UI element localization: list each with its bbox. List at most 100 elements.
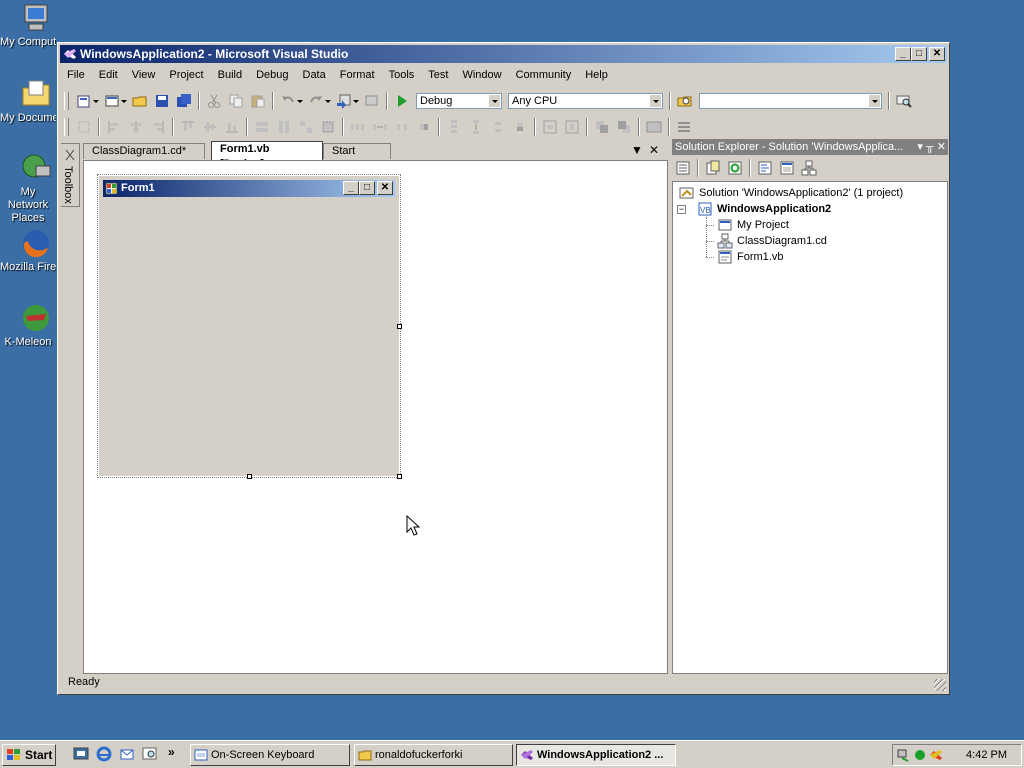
find-icon[interactable] — [896, 93, 912, 109]
active-files-dropdown-icon[interactable]: ▼ — [631, 143, 643, 157]
tree-item-project[interactable]: VB WindowsApplication2 — [697, 201, 831, 217]
app-tray-icon[interactable] — [929, 748, 943, 762]
minimize-button[interactable]: _ — [895, 47, 911, 61]
make-same-size-icon[interactable] — [298, 119, 314, 135]
center-vertically-icon[interactable] — [564, 119, 580, 135]
align-centers-icon[interactable] — [128, 119, 144, 135]
window-titlebar[interactable]: WindowsApplication2 - Microsoft Visual S… — [60, 45, 947, 63]
internet-explorer-icon[interactable] — [96, 746, 112, 762]
bring-to-front-icon[interactable] — [594, 119, 610, 135]
send-to-back-icon[interactable] — [616, 119, 632, 135]
vertical-spacing-remove-icon[interactable] — [512, 119, 528, 135]
tab-classdiagram[interactable]: ClassDiagram1.cd* — [83, 143, 205, 159]
paste-icon[interactable] — [250, 93, 266, 109]
menu-debug[interactable]: Debug — [249, 65, 295, 85]
chevron-down-icon[interactable] — [325, 99, 331, 103]
align-tops-icon[interactable] — [180, 119, 196, 135]
view-class-diagram-icon[interactable] — [801, 160, 817, 176]
menu-window[interactable]: Window — [455, 65, 508, 85]
menu-file[interactable]: File — [60, 65, 92, 85]
copy-icon[interactable] — [228, 93, 244, 109]
resize-handle-bottom[interactable] — [247, 474, 252, 479]
tree-item-form1[interactable]: Form1.vb — [717, 249, 783, 265]
view-code-icon[interactable] — [757, 160, 773, 176]
cut-icon[interactable] — [206, 93, 222, 109]
toolbox-tab[interactable]: Toolbox — [61, 143, 80, 207]
network-tray-icon[interactable] — [897, 748, 911, 762]
toolbar-grip[interactable] — [64, 92, 69, 110]
tab-order-icon[interactable] — [646, 119, 662, 135]
align-rights-icon[interactable] — [150, 119, 166, 135]
chevron-down-icon[interactable] — [489, 95, 500, 107]
quick-launch-more-icon[interactable]: » — [168, 745, 175, 759]
vertical-spacing-decrease-icon[interactable] — [490, 119, 506, 135]
find-in-files-icon[interactable] — [677, 93, 693, 109]
new-project-icon[interactable] — [76, 93, 92, 109]
tree-item-my-project[interactable]: My Project — [717, 217, 789, 233]
horizontal-spacing-decrease-icon[interactable] — [394, 119, 410, 135]
close-document-icon[interactable]: ✕ — [649, 143, 659, 157]
toolbar-options-icon[interactable] — [676, 119, 692, 135]
search-icon[interactable] — [142, 746, 158, 762]
chevron-down-icon[interactable] — [650, 95, 661, 107]
horizontal-spacing-equal-icon[interactable] — [350, 119, 366, 135]
undo-icon[interactable] — [280, 93, 296, 109]
solution-configuration-select[interactable]: Debug — [416, 93, 502, 109]
resize-grip[interactable] — [934, 679, 946, 691]
add-item-icon[interactable] — [104, 93, 120, 109]
menu-format[interactable]: Format — [333, 65, 382, 85]
outlook-express-icon[interactable] — [119, 746, 135, 762]
vertical-spacing-equal-icon[interactable] — [446, 119, 462, 135]
find-combo[interactable] — [699, 93, 882, 109]
make-same-width-icon[interactable] — [254, 119, 270, 135]
menu-community[interactable]: Community — [509, 65, 579, 85]
open-folder-icon[interactable] — [132, 93, 148, 109]
menu-view[interactable]: View — [125, 65, 163, 85]
redo-icon[interactable] — [308, 93, 324, 109]
chevron-down-icon[interactable] — [869, 95, 880, 107]
align-to-grid-icon[interactable] — [76, 119, 92, 135]
align-bottoms-icon[interactable] — [224, 119, 240, 135]
properties-icon[interactable] — [675, 160, 691, 176]
solution-platform-select[interactable]: Any CPU — [508, 93, 663, 109]
align-middles-icon[interactable] — [202, 119, 218, 135]
save-all-icon[interactable] — [176, 93, 192, 109]
toolbar-grip[interactable] — [64, 118, 69, 136]
panel-controls[interactable]: ▾ ╥ ✕ — [917, 139, 946, 155]
close-button[interactable]: ✕ — [929, 47, 945, 61]
menu-data[interactable]: Data — [296, 65, 333, 85]
chevron-down-icon[interactable] — [297, 99, 303, 103]
refresh-icon[interactable] — [727, 160, 743, 176]
maximize-button[interactable]: □ — [911, 47, 927, 61]
tab-start-page[interactable]: Start Page — [323, 143, 391, 172]
collapse-toggle-icon[interactable]: − — [677, 205, 686, 214]
navigate-forward-icon[interactable] — [364, 93, 380, 109]
tab-form1-design[interactable]: Form1.vb [Design] — [211, 141, 323, 170]
horizontal-spacing-increase-icon[interactable] — [372, 119, 388, 135]
vertical-spacing-increase-icon[interactable] — [468, 119, 484, 135]
taskbar-clock[interactable]: 4:42 PM — [966, 745, 1007, 765]
tree-item-classdiagram[interactable]: ClassDiagram1.cd — [717, 233, 827, 249]
show-all-files-icon[interactable] — [705, 160, 721, 176]
resize-handle-right[interactable] — [397, 324, 402, 329]
menu-build[interactable]: Build — [211, 65, 249, 85]
menu-help[interactable]: Help — [578, 65, 615, 85]
menu-edit[interactable]: Edit — [92, 65, 125, 85]
menu-tools[interactable]: Tools — [382, 65, 422, 85]
size-to-grid-icon[interactable] — [320, 119, 336, 135]
center-horizontally-icon[interactable] — [542, 119, 558, 135]
form-designer-surface[interactable]: Form1 _ □ ✕ — [83, 160, 668, 674]
save-icon[interactable] — [154, 93, 170, 109]
start-debugging-icon[interactable] — [394, 93, 410, 109]
make-same-height-icon[interactable] — [276, 119, 292, 135]
tree-item-solution[interactable]: Solution 'WindowsApplication2' (1 projec… — [679, 185, 903, 201]
form1-design-preview[interactable]: Form1 _ □ ✕ — [97, 174, 402, 479]
resize-handle-bottom-right[interactable] — [397, 474, 402, 479]
chevron-down-icon[interactable] — [93, 99, 99, 103]
taskbar-button-visual-studio[interactable]: WindowsApplication2 ... — [516, 744, 676, 766]
menu-test[interactable]: Test — [421, 65, 455, 85]
taskbar-button-on-screen-keyboard[interactable]: On-Screen Keyboard — [190, 744, 350, 766]
menu-project[interactable]: Project — [162, 65, 210, 85]
navigate-backward-icon[interactable] — [336, 93, 352, 109]
start-button[interactable]: Start — [2, 744, 56, 766]
